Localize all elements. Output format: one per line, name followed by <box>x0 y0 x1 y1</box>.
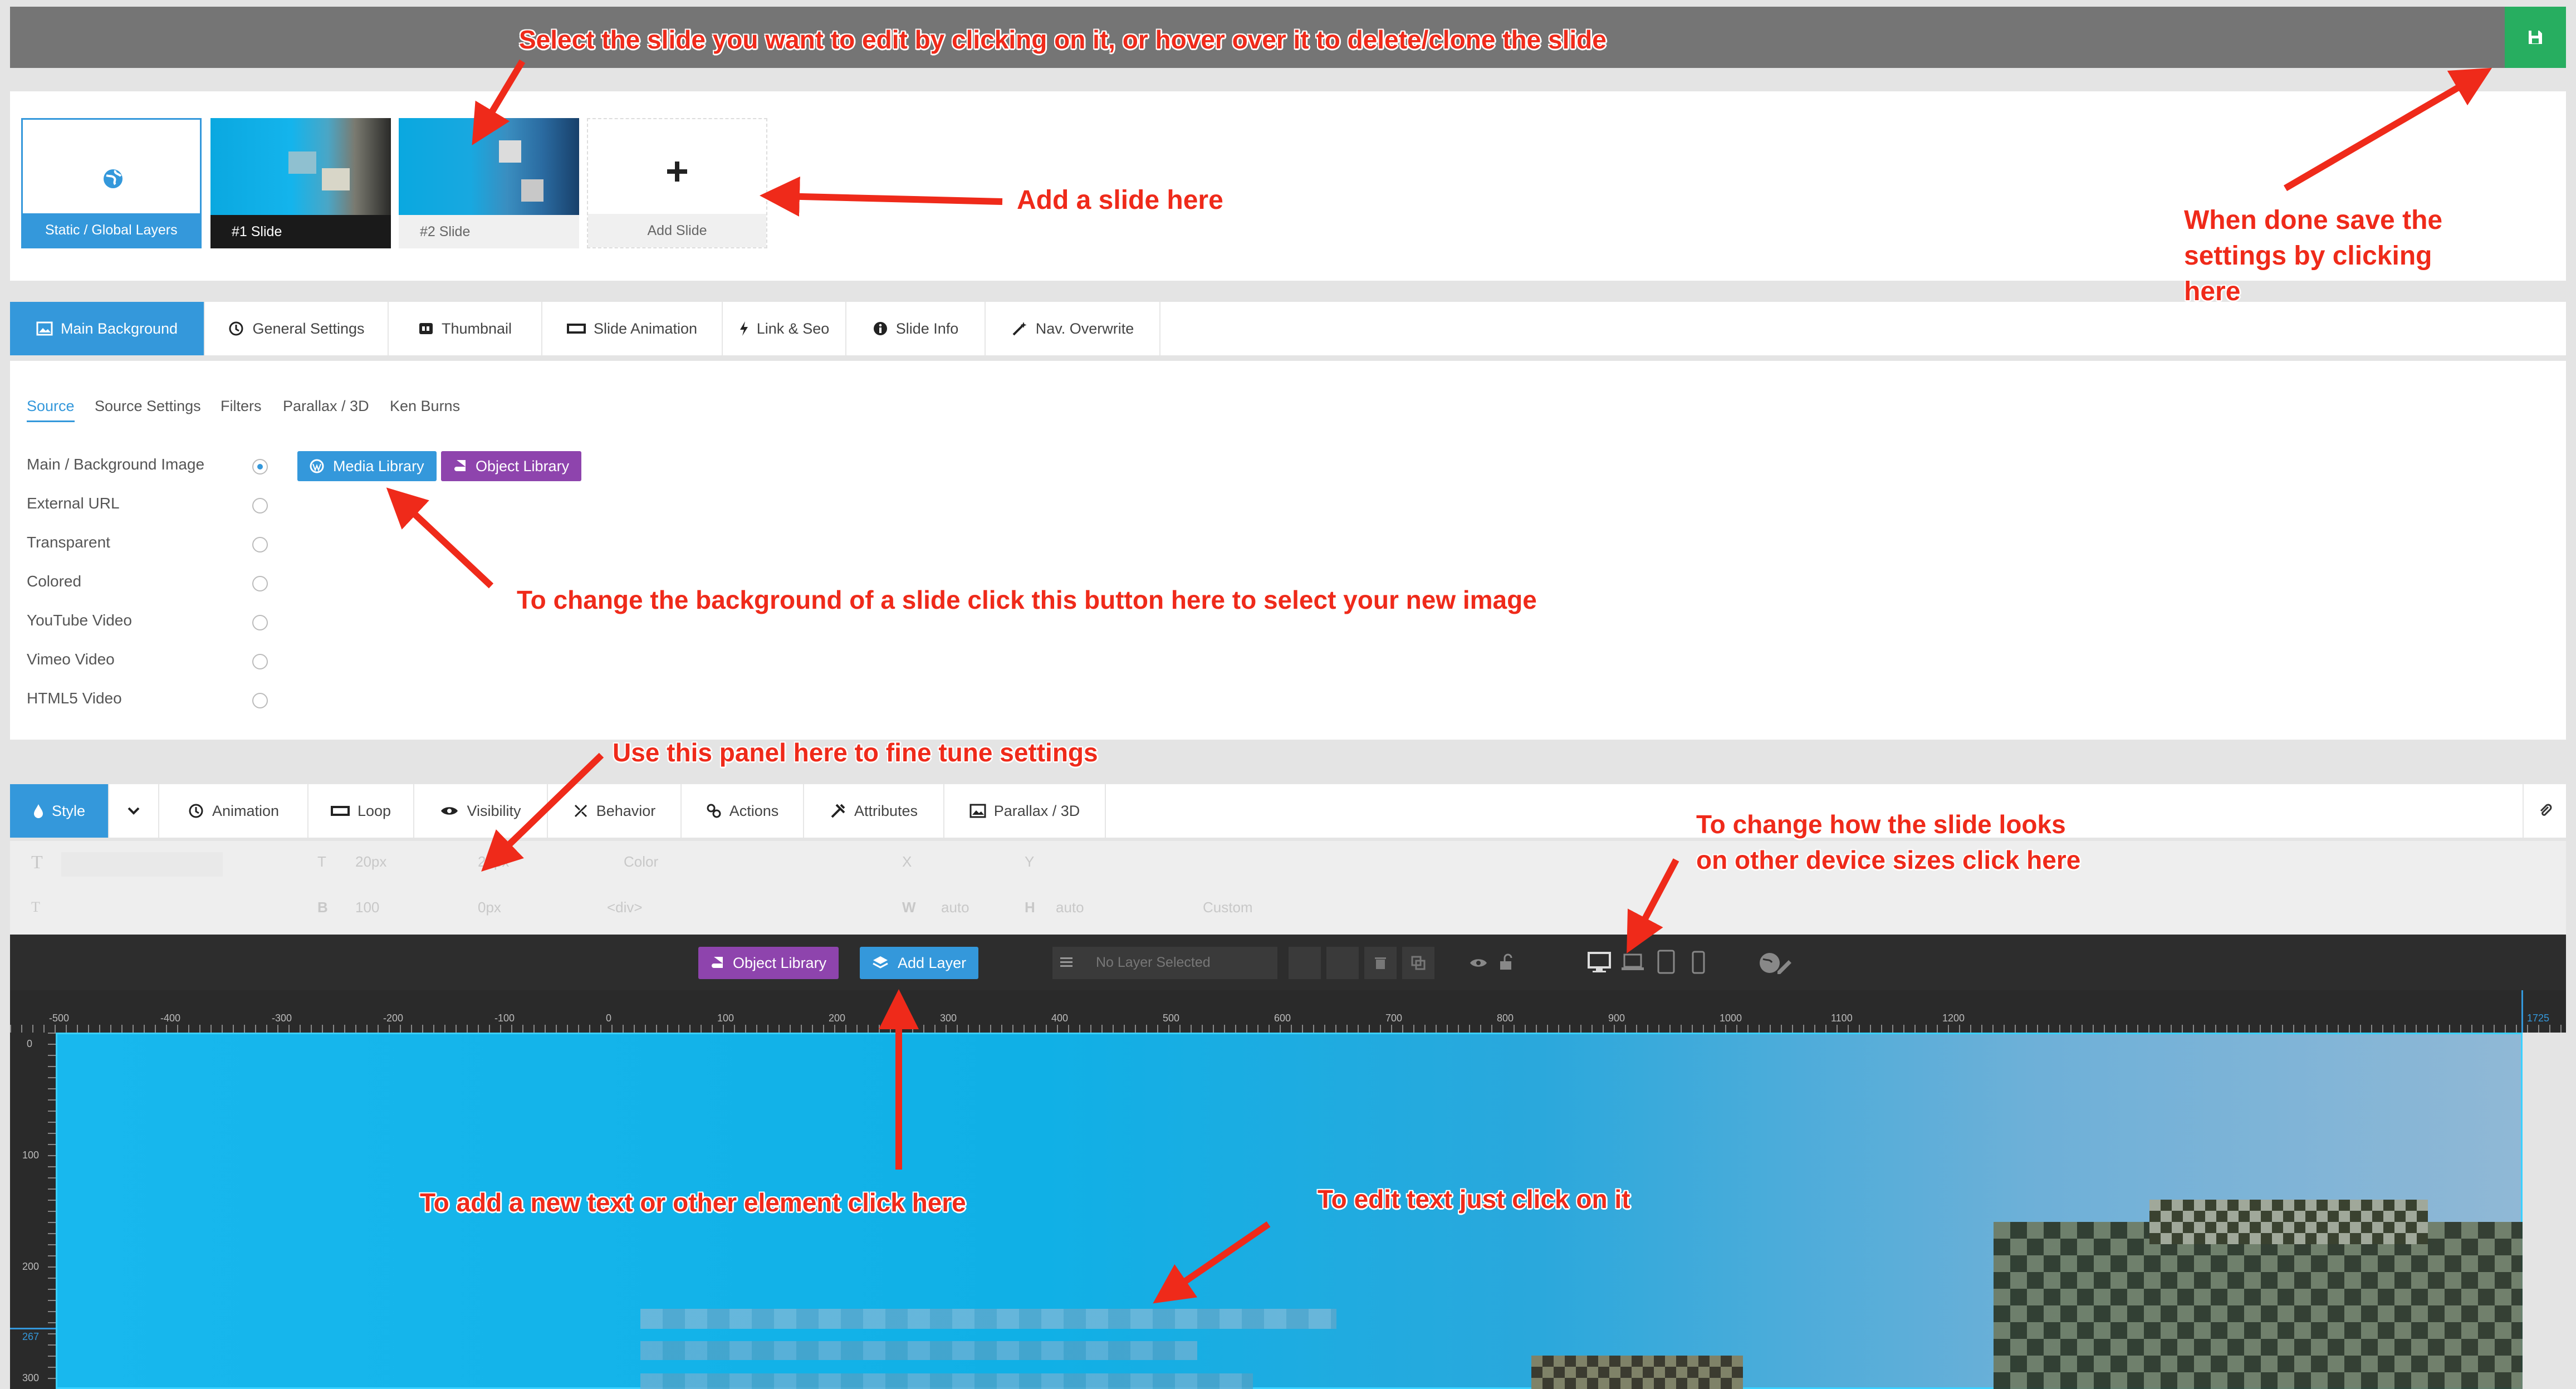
annotation-add-slide: Add a slide here <box>1017 185 1223 215</box>
annotation-edit-text: To edit text just click on it <box>1318 1185 1630 1214</box>
annotation-device: To change how the slide looks on other d… <box>1696 810 2081 874</box>
annotation-select-slide: Select the slide you want to edit by cli… <box>519 25 1607 54</box>
annotation-fine-tune: Use this panel here to fine tune setting… <box>613 738 1098 767</box>
annotation-background: To change the background of a slide clic… <box>517 585 1537 614</box>
annotation-add-layer: To add a new text or other element click… <box>420 1188 966 1217</box>
annotation-save: When done save the settings by clicking … <box>2184 206 2443 306</box>
